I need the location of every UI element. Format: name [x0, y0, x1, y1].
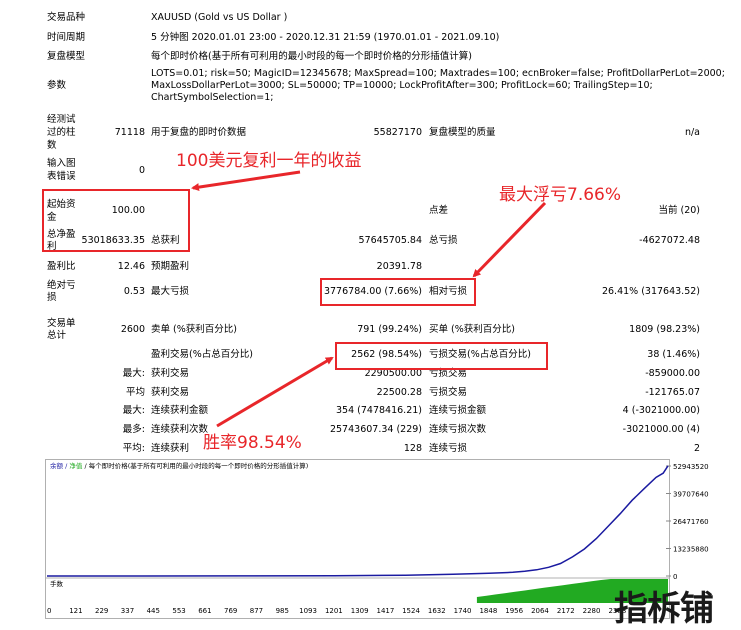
arrow-to-winrate — [216, 356, 334, 428]
x-tick-label: 121 — [69, 607, 82, 615]
x-tick-label: 1309 — [351, 607, 369, 615]
x-tick-label: 0 — [47, 607, 51, 615]
x-tick-label: 553 — [172, 607, 185, 615]
y-tick-label: 52943520 — [673, 463, 709, 471]
x-tick-label: 1417 — [377, 607, 395, 615]
x-tick-label: 1524 — [402, 607, 420, 615]
x-tick-label: 877 — [250, 607, 263, 615]
x-tick-label: 229 — [95, 607, 108, 615]
x-tick-label: 1740 — [454, 607, 472, 615]
x-tick-label: 1201 — [325, 607, 343, 615]
y-tick-label: 39707640 — [673, 491, 709, 499]
annotation-arrows — [191, 170, 547, 428]
watermark-logo: 指柝铺 — [614, 589, 714, 629]
x-tick-label: 1632 — [428, 607, 446, 615]
y-tick-label: 0 — [673, 573, 677, 581]
x-tick-label: 1848 — [479, 607, 497, 615]
x-tick-label: 985 — [276, 607, 289, 615]
x-tick-label: 2280 — [583, 607, 601, 615]
y-tick-label: 13235880 — [673, 546, 709, 554]
arrow-to-drawdown — [472, 201, 547, 278]
x-tick-label: 661 — [198, 607, 211, 615]
x-tick-label: 2064 — [531, 607, 549, 615]
arrow-to-deposit — [191, 170, 301, 192]
x-tick-label: 1956 — [505, 607, 523, 615]
y-tick-label: 26471760 — [673, 518, 709, 526]
x-tick-label: 445 — [147, 607, 160, 615]
x-tick-label: 769 — [224, 607, 237, 615]
balance-series-line — [47, 465, 669, 577]
x-tick-label: 2172 — [557, 607, 575, 615]
x-tick-label: 1093 — [299, 607, 317, 615]
x-tick-label: 337 — [121, 607, 134, 615]
